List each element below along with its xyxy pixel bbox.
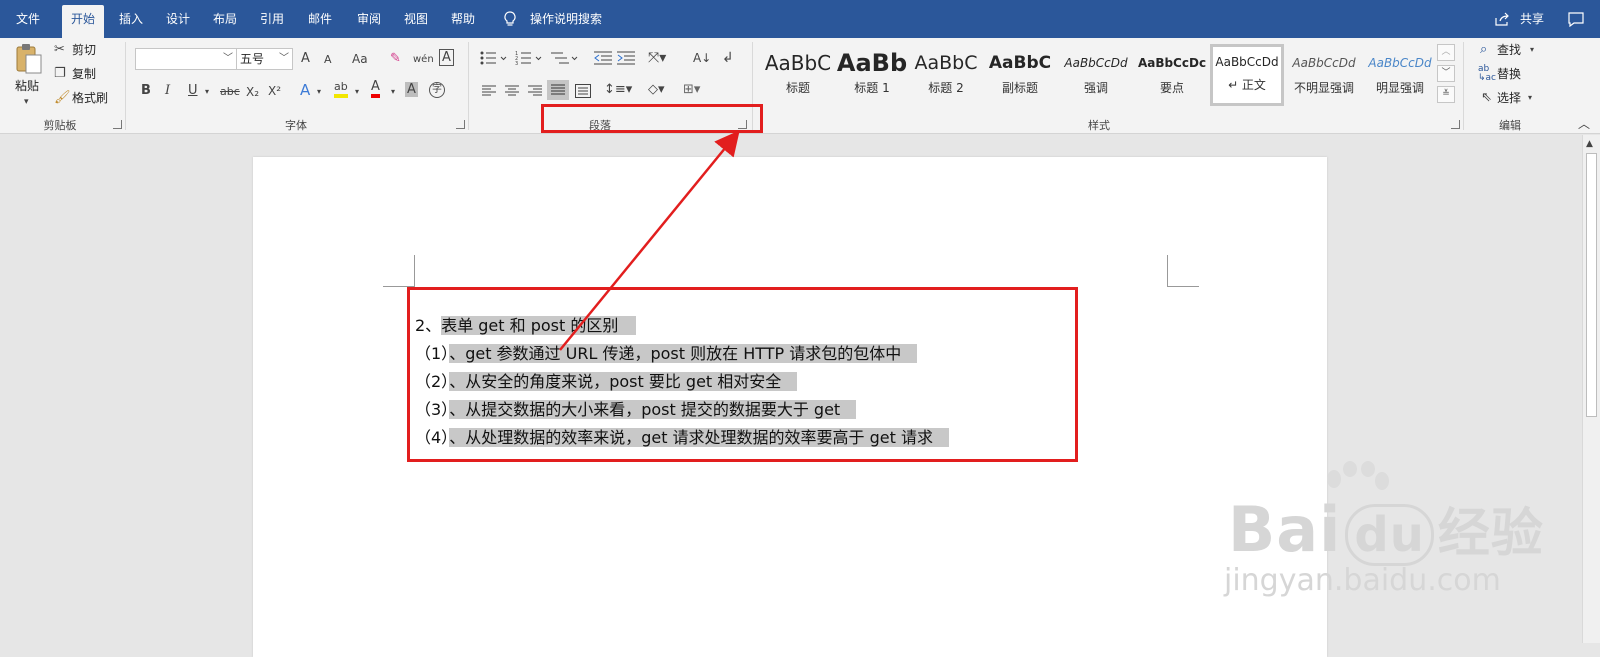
scroll-up-arrow-icon[interactable]: ▲ — [1586, 135, 1593, 153]
vertical-scrollbar[interactable]: ▲ — [1582, 135, 1600, 643]
scrollbar-thumb[interactable] — [1586, 153, 1597, 417]
annotation-arrow — [559, 130, 740, 351]
